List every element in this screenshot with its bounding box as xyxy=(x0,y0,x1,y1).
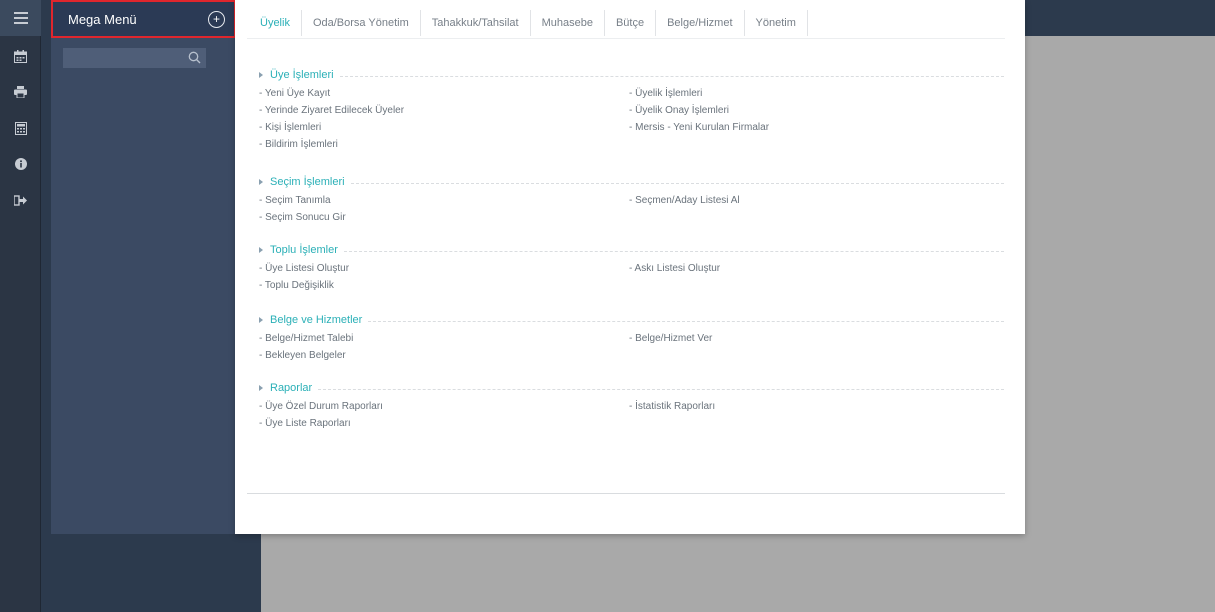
panel-footer-divider xyxy=(247,493,1005,494)
calculator-icon[interactable] xyxy=(0,110,41,146)
menu-link[interactable]: - Askı Listesi Oluştur xyxy=(629,263,720,275)
tab-yonetim[interactable]: Yönetim xyxy=(745,10,808,36)
print-icon[interactable] xyxy=(0,74,41,110)
caret-right-icon xyxy=(259,179,263,185)
menu-link[interactable]: - Kişi İşlemleri xyxy=(259,122,321,134)
section-header: Toplu İşlemler xyxy=(259,243,1004,257)
menu-link[interactable]: - Seçmen/Aday Listesi Al xyxy=(629,195,740,207)
add-circle-icon[interactable]: + xyxy=(208,10,225,28)
menu-link[interactable]: - Seçim Sonucu Gir xyxy=(259,212,346,224)
section-divider xyxy=(343,250,1004,252)
section-title: Toplu İşlemler xyxy=(270,244,338,256)
module-tabs: Üyelik Oda/Borsa Yönetim Tahakkuk/Tahsil… xyxy=(249,10,808,36)
mega-menu-header[interactable]: Mega Menü + xyxy=(51,0,236,38)
tab-muhasebe[interactable]: Muhasebe xyxy=(531,10,605,36)
menu-link[interactable]: - Yeni Üye Kayıt xyxy=(259,88,330,100)
icon-rail xyxy=(0,0,41,612)
section-header: Belge ve Hizmetler xyxy=(259,313,1004,327)
section-title: Raporlar xyxy=(270,382,313,394)
menu-link[interactable]: - Üye Liste Raporları xyxy=(259,418,351,430)
menu-link[interactable]: - Belge/Hizmet Ver xyxy=(629,333,712,345)
search-icon[interactable] xyxy=(188,51,202,65)
menu-search-input[interactable] xyxy=(63,48,206,68)
tab-butce[interactable]: Bütçe xyxy=(605,10,657,36)
section-uye-islemleri: Üye İşlemleri - Yeni Üye Kayıt - Yerinde… xyxy=(259,68,1004,154)
sign-out-icon[interactable] xyxy=(0,182,41,218)
calendar-icon[interactable] xyxy=(0,38,41,74)
menu-link[interactable]: - Üye Listesi Oluştur xyxy=(259,263,349,275)
tab-tahakkuk-tahsilat[interactable]: Tahakkuk/Tahsilat xyxy=(421,10,531,36)
menu-link[interactable]: - Mersis - Yeni Kurulan Firmalar xyxy=(629,122,769,134)
tab-belge-hizmet[interactable]: Belge/Hizmet xyxy=(656,10,745,36)
mega-menu-sidebar xyxy=(51,0,236,534)
menu-link[interactable]: - Toplu Değişiklik xyxy=(259,280,334,292)
section-title: Üye İşlemleri xyxy=(270,69,334,81)
section-secim-islemleri: Seçim İşlemleri - Seçim Tanımla - Seçim … xyxy=(259,175,1004,227)
section-divider xyxy=(339,75,1004,77)
section-belge-ve-hizmetler: Belge ve Hizmetler - Belge/Hizmet Talebi… xyxy=(259,313,1004,365)
menu-link[interactable]: - Seçim Tanımla xyxy=(259,195,331,207)
menu-link[interactable]: - Üye Özel Durum Raporları xyxy=(259,401,383,413)
section-title: Seçim İşlemleri xyxy=(270,176,345,188)
section-divider xyxy=(318,388,1004,390)
section-toplu-islemler: Toplu İşlemler - Üye Listesi Oluştur - T… xyxy=(259,243,1004,295)
menu-link[interactable]: - Üyelik Onay İşlemleri xyxy=(629,105,729,117)
menu-link[interactable]: - Bekleyen Belgeler xyxy=(259,350,346,362)
section-divider xyxy=(368,320,1004,322)
section-header: Raporlar xyxy=(259,381,1004,395)
section-raporlar: Raporlar - Üye Özel Durum Raporları - Üy… xyxy=(259,381,1004,433)
bars-icon[interactable] xyxy=(0,0,41,36)
caret-right-icon xyxy=(259,385,263,391)
section-header: Üye İşlemleri xyxy=(259,68,1004,82)
caret-right-icon xyxy=(259,317,263,323)
section-divider xyxy=(350,182,1004,184)
mega-menu-title: Mega Menü xyxy=(68,11,137,27)
menu-link[interactable]: - Yerinde Ziyaret Edilecek Üyeler xyxy=(259,105,404,117)
section-title: Belge ve Hizmetler xyxy=(270,314,363,326)
menu-link[interactable]: - İstatistik Raporları xyxy=(629,401,715,413)
tabs-divider xyxy=(247,38,1005,39)
menu-link[interactable]: - Bildirim İşlemleri xyxy=(259,139,338,151)
mega-menu-panel: Üyelik Oda/Borsa Yönetim Tahakkuk/Tahsil… xyxy=(235,0,1025,534)
tab-oda-borsa-yonetim[interactable]: Oda/Borsa Yönetim xyxy=(302,10,421,36)
info-icon[interactable] xyxy=(0,146,41,182)
section-header: Seçim İşlemleri xyxy=(259,175,1004,189)
menu-link[interactable]: - Belge/Hizmet Talebi xyxy=(259,333,353,345)
caret-right-icon xyxy=(259,72,263,78)
menu-link[interactable]: - Üyelik İşlemleri xyxy=(629,88,702,100)
tab-uyelik[interactable]: Üyelik xyxy=(249,10,302,36)
caret-right-icon xyxy=(259,247,263,253)
